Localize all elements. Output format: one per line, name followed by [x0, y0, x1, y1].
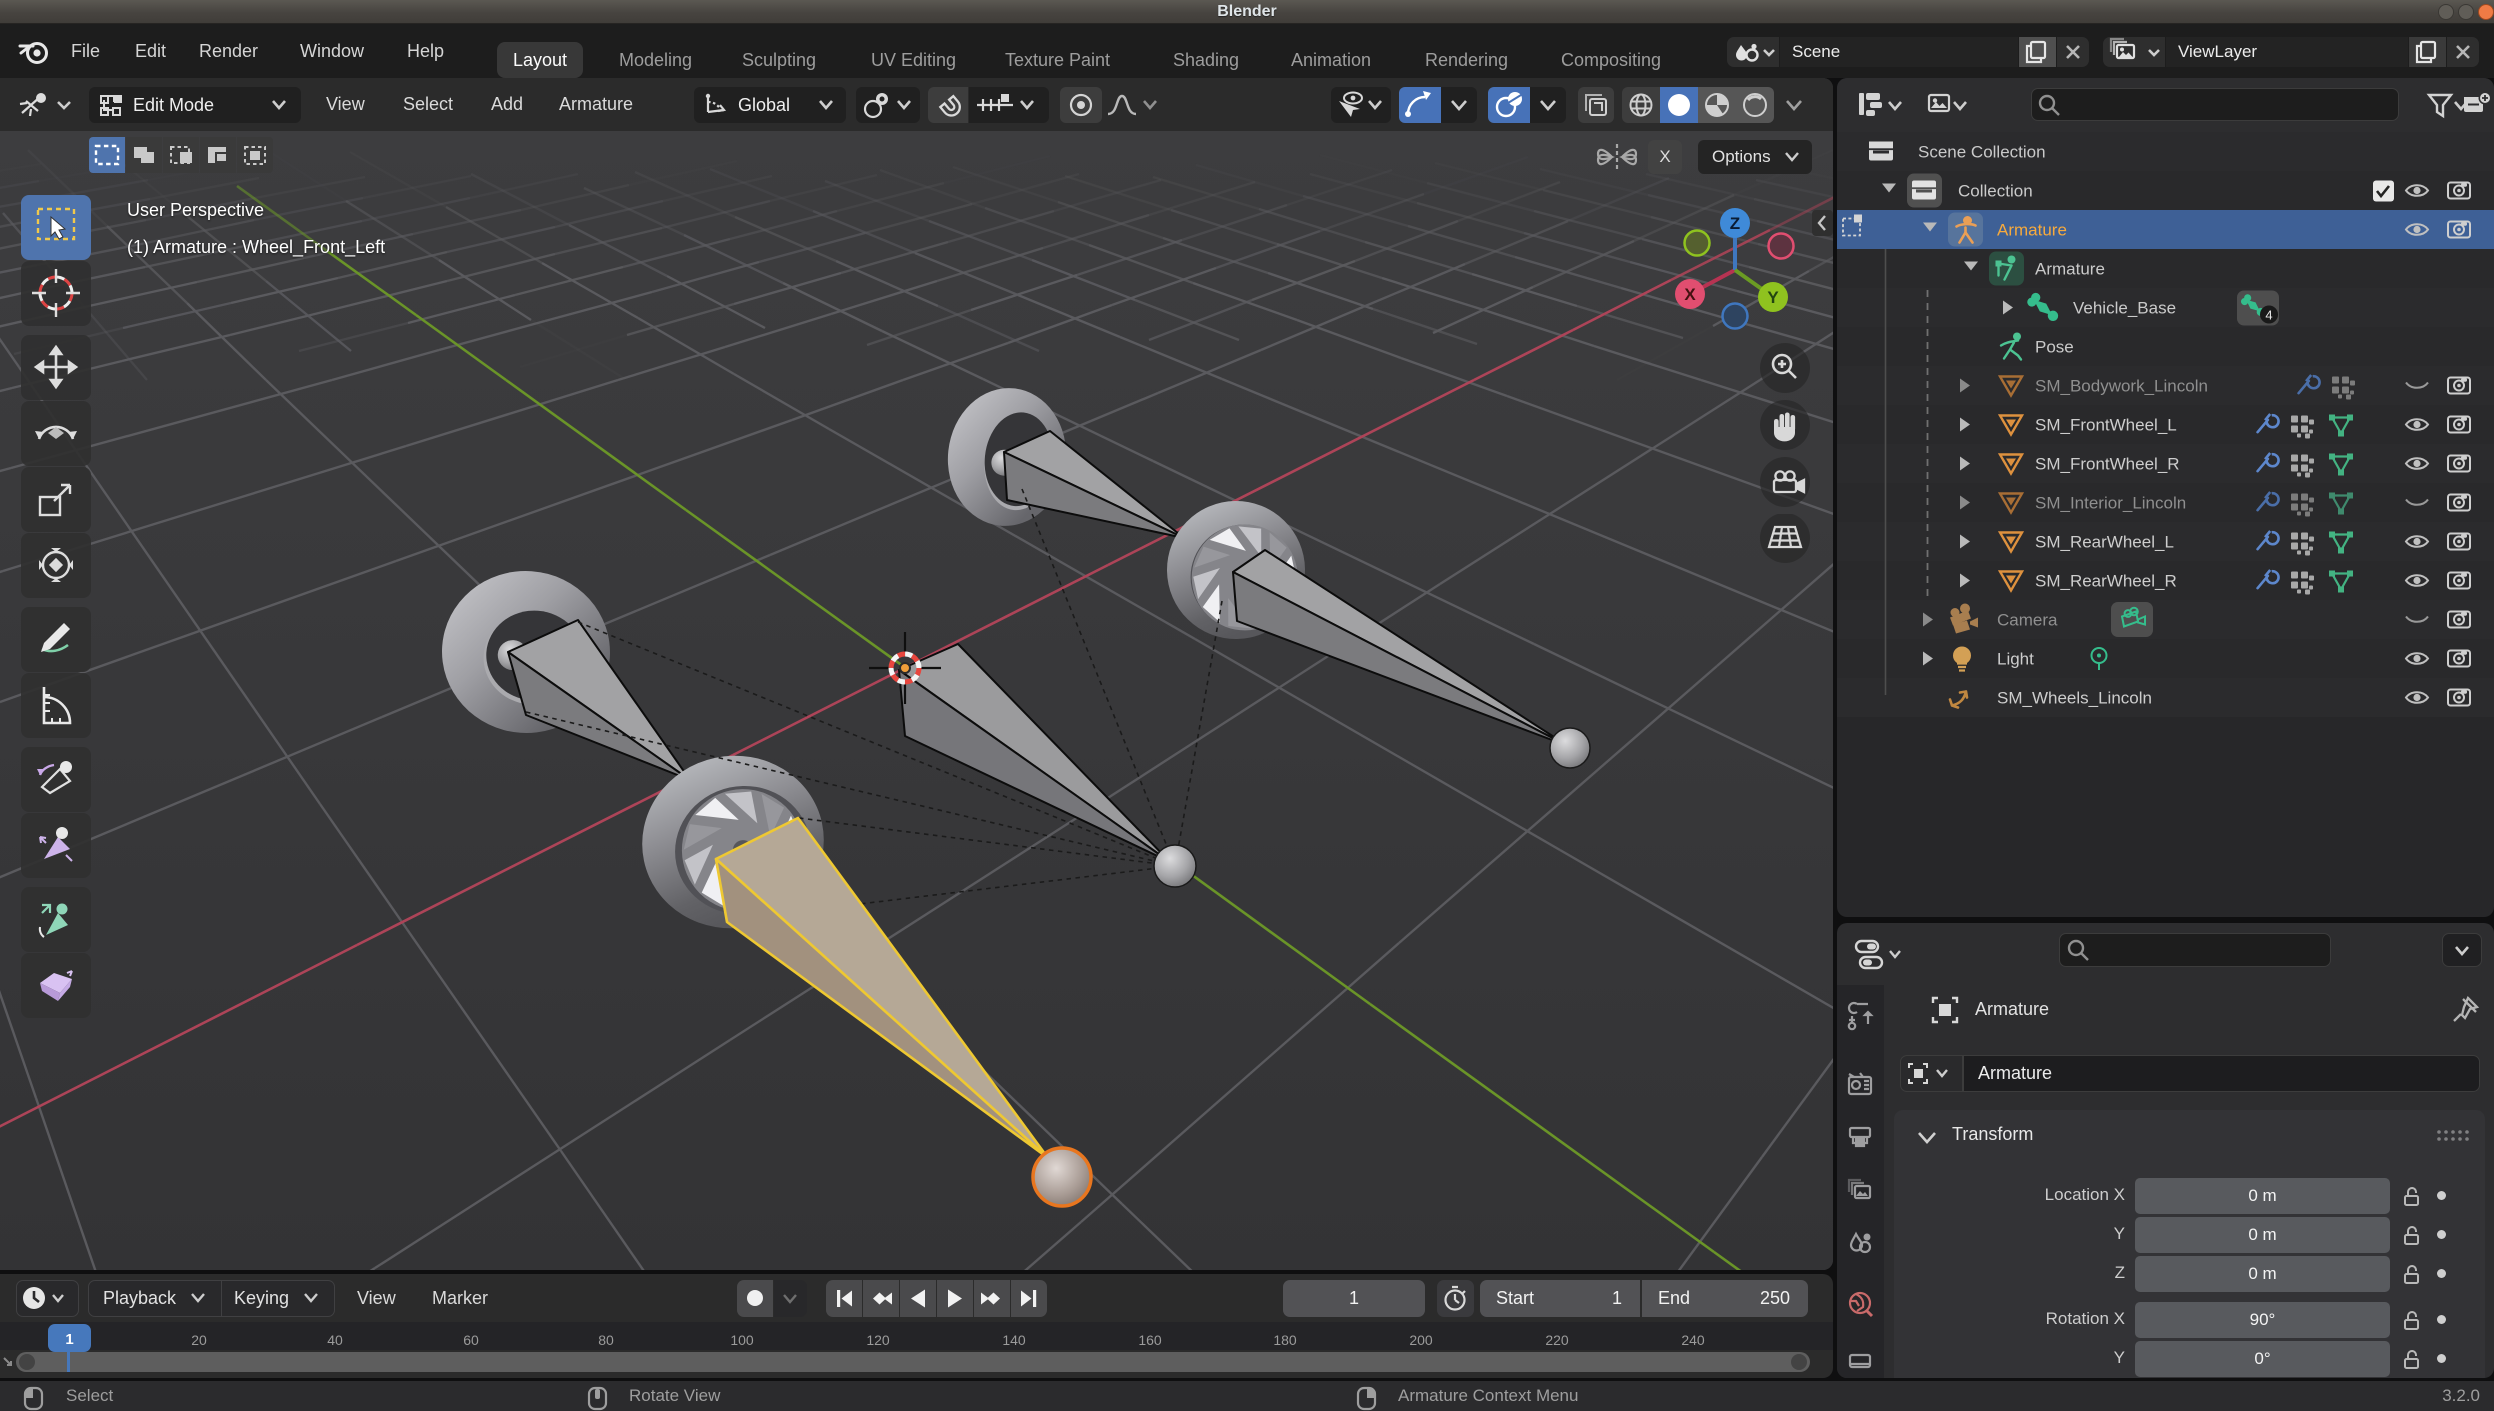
svg-text:Pose: Pose [2035, 338, 2074, 357]
svg-text:80: 80 [598, 1332, 614, 1348]
svg-text:Scene Collection: Scene Collection [1918, 143, 2046, 162]
svg-text:100: 100 [730, 1332, 754, 1348]
svg-text:4: 4 [2265, 308, 2272, 323]
svg-text:SM_Bodywork_Lincoln: SM_Bodywork_Lincoln [2035, 377, 2208, 396]
svg-text:Z: Z [1730, 214, 1740, 233]
svg-text:SM_Interior_Lincoln: SM_Interior_Lincoln [2035, 494, 2186, 513]
svg-text:240: 240 [1681, 1332, 1705, 1348]
svg-text:Camera: Camera [1997, 611, 2058, 630]
svg-text:X: X [1684, 285, 1696, 304]
svg-text:180: 180 [1273, 1332, 1297, 1348]
svg-text:SM_RearWheel_R: SM_RearWheel_R [2035, 572, 2177, 591]
svg-text:Armature: Armature [1997, 221, 2067, 240]
svg-text:SM_RearWheel_L: SM_RearWheel_L [2035, 533, 2174, 552]
svg-text:SM_FrontWheel_L: SM_FrontWheel_L [2035, 416, 2177, 435]
svg-text:120: 120 [866, 1332, 890, 1348]
svg-text:40: 40 [327, 1332, 343, 1348]
svg-text:Y: Y [1767, 288, 1779, 307]
svg-text:Vehicle_Base: Vehicle_Base [2073, 299, 2176, 318]
svg-text:20: 20 [191, 1332, 207, 1348]
svg-text:140: 140 [1002, 1332, 1026, 1348]
svg-text:Collection: Collection [1958, 182, 2033, 201]
svg-text:SM_FrontWheel_R: SM_FrontWheel_R [2035, 455, 2180, 474]
svg-text:Armature: Armature [2035, 260, 2105, 279]
svg-text:60: 60 [463, 1332, 479, 1348]
svg-text:SM_Wheels_Lincoln: SM_Wheels_Lincoln [1997, 689, 2152, 708]
svg-text:160: 160 [1138, 1332, 1162, 1348]
svg-text:Light: Light [1997, 650, 2034, 669]
svg-text:220: 220 [1545, 1332, 1569, 1348]
svg-text:1: 1 [65, 1331, 73, 1348]
svg-text:200: 200 [1409, 1332, 1433, 1348]
